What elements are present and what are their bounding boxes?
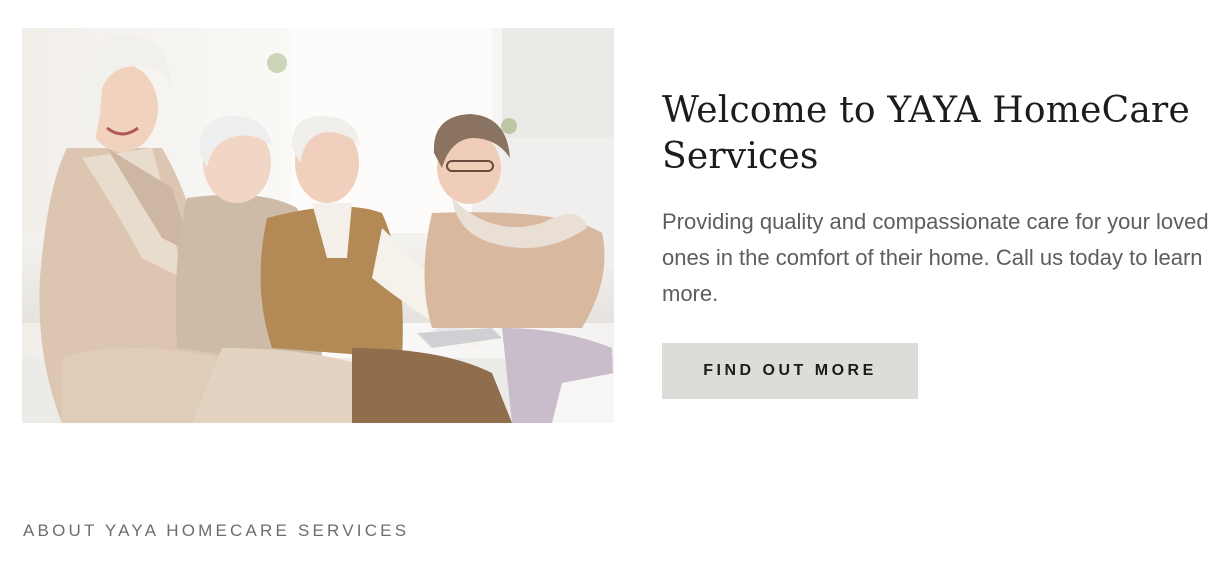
- hero-description: Providing quality and compassionate care…: [662, 209, 1209, 306]
- about-section-heading: ABOUT YAYA HOMECARE SERVICES: [23, 521, 410, 540]
- hero-image: [22, 28, 614, 423]
- find-out-more-button[interactable]: FIND OUT MORE: [662, 343, 918, 399]
- seniors-photo-illustration: [22, 28, 614, 423]
- hero-title: Welcome to YAYA HomeCare Services: [662, 90, 1190, 177]
